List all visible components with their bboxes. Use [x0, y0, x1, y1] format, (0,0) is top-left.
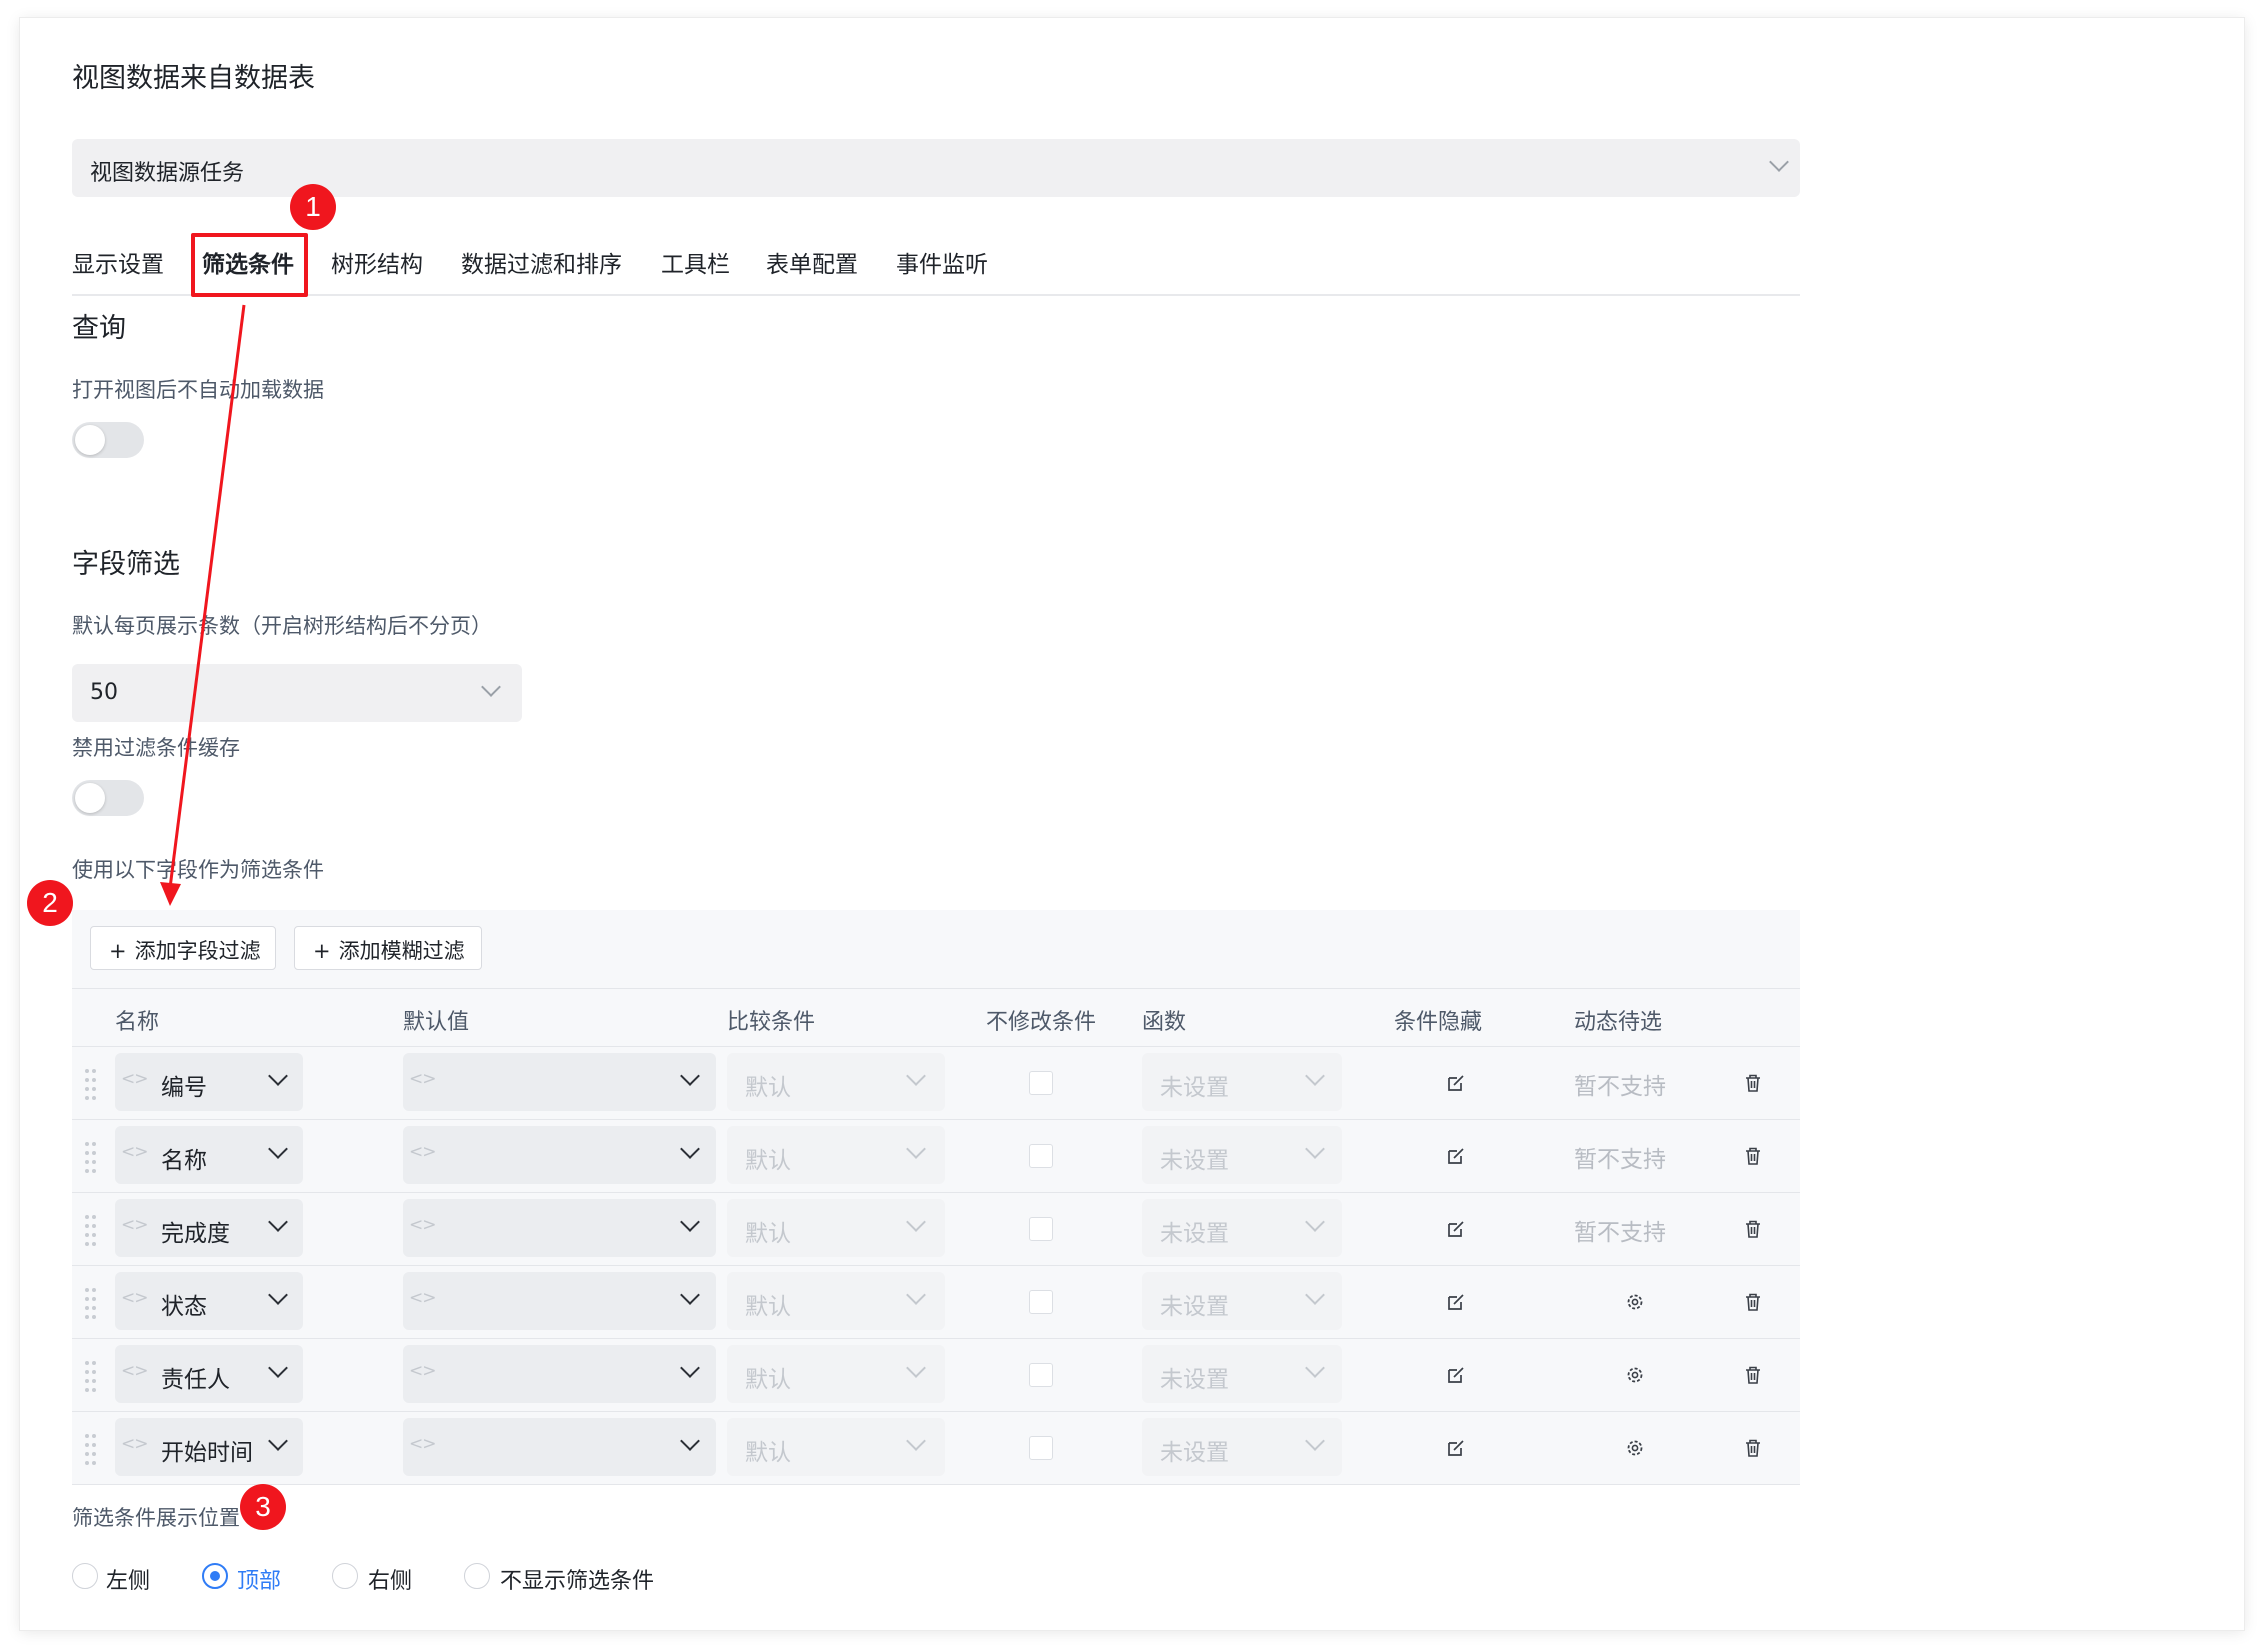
annotation-arrow: [160, 304, 246, 906]
arrow-line: [168, 304, 246, 889]
annotation-badge-2: 2: [27, 880, 73, 926]
arrow-head: [160, 882, 181, 906]
settings-panel: 视图数据来自数据表 视图数据源任务 显示设置 筛选条件 树形结构 数据过滤和排序…: [20, 18, 2244, 1630]
annotation-badge-3: 3: [240, 1484, 286, 1530]
annotation-badge-1: 1: [290, 184, 336, 230]
